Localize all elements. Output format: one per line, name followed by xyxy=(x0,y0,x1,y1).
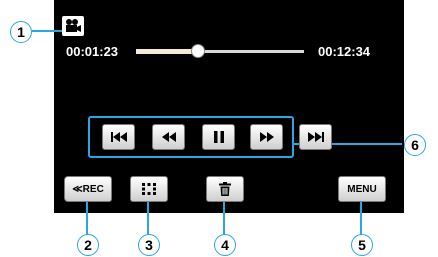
index-button[interactable] xyxy=(130,176,168,202)
pause-icon xyxy=(213,131,224,143)
menu-button[interactable]: MENU xyxy=(338,176,386,202)
video-mode-icon[interactable] xyxy=(62,16,84,36)
elapsed-time: 00:01:23 xyxy=(66,44,119,59)
skip-back-icon xyxy=(110,132,127,142)
callout-line-5 xyxy=(360,200,362,236)
callout-line-1 xyxy=(32,30,62,32)
callout-5: 5 xyxy=(351,234,373,256)
skip-forward-button[interactable] xyxy=(299,124,332,150)
pause-button[interactable] xyxy=(202,124,235,150)
callout-line-3 xyxy=(147,200,149,236)
delete-button[interactable] xyxy=(206,176,244,202)
fast-forward-icon xyxy=(259,132,274,142)
index-icon xyxy=(142,183,156,195)
callout-1: 1 xyxy=(10,21,32,43)
callout-2: 2 xyxy=(77,234,99,256)
trash-icon xyxy=(219,182,231,196)
skip-forward-icon xyxy=(307,132,324,142)
callout-3: 3 xyxy=(138,234,160,256)
skip-back-button[interactable] xyxy=(102,124,135,150)
rewind-button[interactable] xyxy=(152,124,185,150)
callout-6: 6 xyxy=(404,134,426,156)
total-time: 00:12:34 xyxy=(318,44,371,59)
callout-line-4 xyxy=(223,200,225,236)
rewind-icon xyxy=(161,132,176,142)
callout-4: 4 xyxy=(214,234,236,256)
fast-forward-button[interactable] xyxy=(250,124,283,150)
seek-progress xyxy=(136,49,199,54)
callout-line-2 xyxy=(86,200,88,236)
rec-button[interactable]: ≪REC xyxy=(64,176,112,202)
